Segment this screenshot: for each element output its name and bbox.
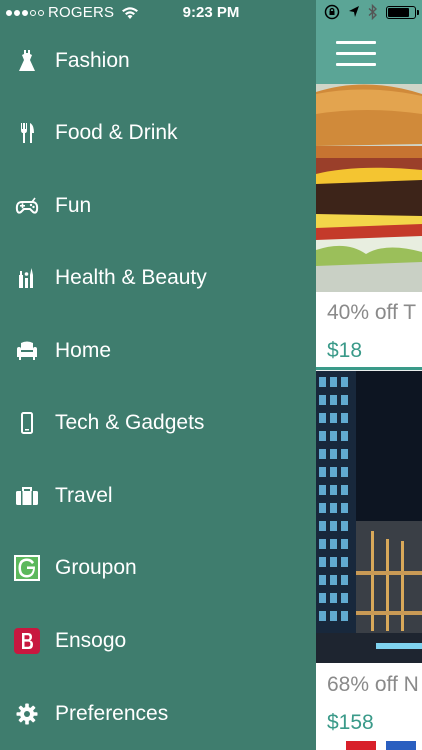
status-bar: ROGERS 9:23 PM — [0, 0, 422, 28]
beauty-tools-icon — [14, 265, 40, 291]
menu-item-home[interactable]: Home — [0, 323, 316, 379]
gear-icon — [14, 701, 40, 727]
menu-item-ensogo[interactable]: Ensogo — [0, 613, 316, 669]
menu-item-label: Travel — [55, 484, 113, 507]
menu-item-label: Fun — [55, 194, 92, 217]
groupon-logo-icon — [14, 555, 40, 581]
menu-item-label: Ensogo — [55, 629, 127, 652]
burger-image — [316, 84, 422, 292]
suitcase-icon — [14, 483, 40, 509]
gamepad-icon — [14, 193, 40, 219]
menu-item-label: Tech & Gadgets — [55, 411, 205, 434]
menu-item-groupon[interactable]: Groupon — [0, 540, 316, 596]
menu-item-fun[interactable]: Fun — [0, 178, 316, 234]
menu-item-travel[interactable]: Travel — [0, 468, 316, 524]
dress-icon — [14, 48, 40, 74]
deal-card[interactable]: 40% off T $18 — [316, 84, 422, 370]
menu-item-preferences[interactable]: Preferences — [0, 686, 316, 742]
battery-fill — [388, 7, 409, 17]
menu-item-label: Fashion — [55, 49, 130, 72]
menu-item-label: Preferences — [55, 702, 169, 725]
deal-title: 40% off T — [327, 301, 417, 324]
menu-item-label: Health & Beauty — [55, 266, 207, 289]
menu-item-label: Food & Drink — [55, 121, 178, 144]
location-arrow-icon — [348, 5, 360, 19]
battery-icon — [386, 5, 419, 19]
fork-knife-icon — [14, 120, 40, 146]
menu-item-fashion[interactable]: Fashion — [0, 33, 316, 89]
menu-item-health-beauty[interactable]: Health & Beauty — [0, 250, 316, 306]
deal-price: $158 — [327, 711, 374, 734]
menu-item-label: Home — [55, 339, 112, 362]
ensogo-logo-icon — [14, 628, 40, 654]
deal-card[interactable]: 68% off N $158 — [316, 371, 422, 741]
hamburger-menu-button[interactable] — [336, 41, 376, 67]
hotel-building-image — [316, 371, 422, 663]
phone-icon — [14, 410, 40, 436]
deals-panel: 40% off T $18 68% off N $158 — [316, 0, 422, 750]
deal-title: 68% off N — [327, 673, 419, 696]
menu-item-label: Groupon — [55, 556, 137, 579]
menu-item-tech-gadgets[interactable]: Tech & Gadgets — [0, 395, 316, 451]
menu-item-food-drink[interactable]: Food & Drink — [0, 105, 316, 161]
deal-price: $18 — [327, 339, 363, 362]
bluetooth-icon — [368, 4, 378, 20]
side-menu: Fashion Food & Drink Fun Health & Beauty… — [0, 0, 316, 750]
deal-card-peek — [316, 741, 422, 750]
rotation-lock-icon — [324, 4, 340, 20]
armchair-icon — [14, 338, 40, 364]
